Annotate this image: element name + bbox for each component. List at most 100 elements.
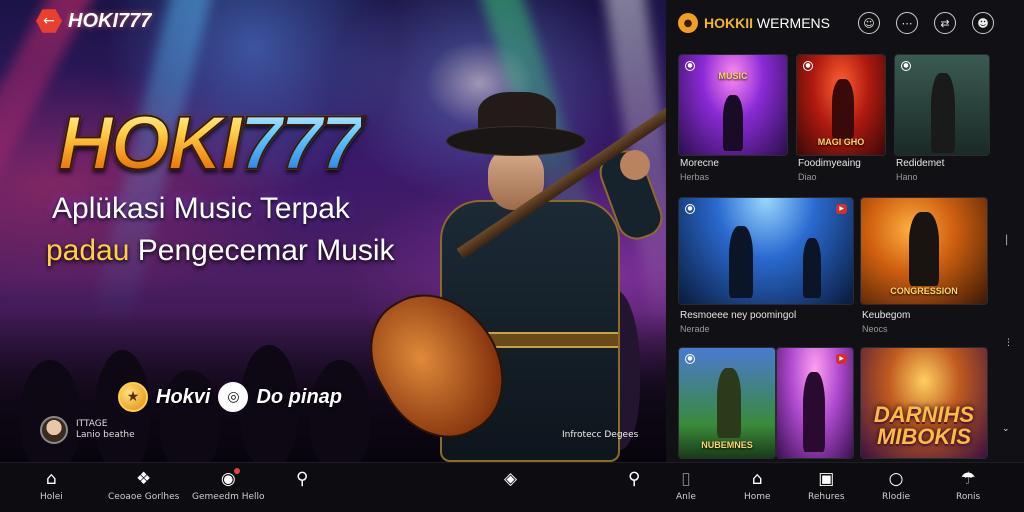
music-card[interactable]: ▶ <box>776 347 854 459</box>
panel-title: HOKKII WERMENS <box>704 15 830 31</box>
guitarist-hand <box>620 150 650 180</box>
hero-logo: HOKI777 <box>57 100 364 187</box>
disc-icon[interactable]: ◎ <box>218 382 249 412</box>
app-brand[interactable]: ← HOKI777 <box>36 8 151 34</box>
chat-icon: ◉ <box>221 468 240 489</box>
music-card[interactable]: ● NUBEMNES <box>678 347 776 459</box>
card-figure <box>803 372 825 452</box>
nav-item-rehures[interactable]: ▣ Rehures <box>808 469 845 502</box>
nav-item-search-right[interactable]: ⚲ <box>628 469 640 489</box>
nav-label: Ceoaoe Gorlhes <box>108 492 180 502</box>
card-subcaption: Hano <box>896 172 918 182</box>
tag-icon: ❖ <box>136 469 152 489</box>
badge-label-a[interactable]: Hokvi <box>156 386 210 409</box>
music-card[interactable]: CONGRESSION <box>860 197 988 305</box>
nav-item-rlodie[interactable]: ○ Rlodie <box>882 469 910 502</box>
nav-label: Rlodie <box>882 492 911 502</box>
nav-item-search[interactable]: ⚲ <box>296 469 308 489</box>
nav-label: Ronis <box>956 492 981 502</box>
profile-text: ITTAGE Lanio beathe <box>76 419 135 441</box>
nav-item-home[interactable]: ⌂ Holei <box>40 469 63 502</box>
subtagline-b: Pengecemar Musik <box>137 234 395 267</box>
music-card[interactable]: ● MUSIC <box>678 54 788 156</box>
card-badge-icon: ● <box>803 61 813 71</box>
artist-profile[interactable]: ITTAGE Lanio beathe <box>40 416 135 444</box>
card-subcaption: Neocs <box>862 324 888 334</box>
brand-name: HOKI777 <box>68 9 152 32</box>
home-icon: ⌂ <box>751 469 763 489</box>
guitarist-illustration <box>348 40 666 462</box>
nav-item-label[interactable]: ◈ <box>504 469 517 489</box>
nav-item-tags[interactable]: ❖ Ceoaoe Gorlhes <box>108 469 179 502</box>
card-badge-icon: ● <box>685 354 695 364</box>
card-title: CONGRESSION <box>890 286 958 296</box>
share-icon[interactable]: ⇄ <box>934 12 956 34</box>
avatar[interactable] <box>40 416 68 444</box>
card-subcaption: Diao <box>798 172 817 182</box>
nav-item-chat[interactable]: ◉ Gemeedm Hello <box>192 468 265 502</box>
card-figure <box>909 212 939 286</box>
profile-line1: ITTAGE <box>76 419 108 429</box>
panel-title-a: HOKKII <box>704 15 753 31</box>
header-icons: ☺ ⋯ ⇄ ☻ <box>858 12 994 34</box>
back-arrow-icon[interactable]: ← <box>36 9 62 33</box>
nav-label: Holei <box>40 492 63 502</box>
scroll-mid-icon[interactable]: ⋮ <box>1004 338 1013 348</box>
phone-icon: ▯ <box>681 469 691 489</box>
nav-label: Gemeedm Hello <box>192 492 265 502</box>
nav-label: Anle <box>676 492 696 502</box>
card-figure <box>723 95 743 151</box>
card-badge-tag: ▶ <box>836 354 847 364</box>
music-card[interactable]: ● MAGI GHO <box>796 54 886 156</box>
nav-label: Home <box>744 492 771 502</box>
panel-title-b: WERMENS <box>756 15 831 31</box>
nav-item-ronis[interactable]: ☂ Ronis <box>956 469 980 502</box>
subtagline-a: padau <box>46 234 130 267</box>
nav-item-anle[interactable]: ▯ Anle <box>676 469 696 502</box>
inbox-icon: ▣ <box>818 469 835 489</box>
search-icon: ⚲ <box>296 469 309 489</box>
logo-word: HOKI <box>57 100 243 187</box>
settings-dots-icon[interactable]: ⋯ <box>896 12 918 34</box>
crowd-silhouette <box>20 360 80 462</box>
nav-item-home-right[interactable]: ⌂ Home <box>744 469 771 502</box>
profile-icon[interactable]: ☻ <box>972 12 994 34</box>
card-badge-tag: ▶ <box>836 204 847 214</box>
content-panel: ● HOKKII WERMENS ☺ ⋯ ⇄ ☻ ● MUSIC ● MAGI … <box>666 0 1024 462</box>
logo-number: 777 <box>239 100 364 187</box>
badge-label-b[interactable]: Do pinap <box>256 386 342 409</box>
circle-icon: ○ <box>888 469 904 489</box>
hero-banner[interactable]: ← HOKI777 HOKI777 Aplükasi Music Terpak … <box>0 0 666 462</box>
notification-dot <box>233 468 240 474</box>
hero-note: Infrotecc Degees <box>562 430 639 440</box>
avatar-icon[interactable]: ☺ <box>858 12 880 34</box>
card-subcaption: Nerade <box>680 324 710 334</box>
music-card[interactable]: ● ▶ <box>678 197 854 305</box>
card-art <box>679 198 853 304</box>
panel-header: ● HOKKII WERMENS ☺ ⋯ ⇄ ☻ <box>666 0 1024 46</box>
nav-label: Rehures <box>808 492 845 502</box>
card-figure <box>717 368 741 438</box>
card-figure <box>931 73 955 153</box>
scroll-up-icon[interactable]: │ <box>1004 236 1009 246</box>
card-caption: Morecne <box>680 158 719 169</box>
card-caption: Resmoeee ney poomingol <box>680 310 797 321</box>
card-badge-icon: ● <box>685 204 695 214</box>
card-title: NUBEMNES <box>701 440 753 450</box>
music-card[interactable]: DARNIHS MIBOKIS <box>860 347 988 459</box>
shield-icon: ☂ <box>960 469 976 489</box>
card-title: MUSIC <box>718 71 748 81</box>
card-figure <box>803 238 821 298</box>
label-icon: ◈ <box>504 469 518 489</box>
card-badge-icon: ● <box>901 61 911 71</box>
card-subcaption: Herbas <box>680 172 710 182</box>
card-caption: Redidemet <box>896 158 945 169</box>
brand-logo-icon[interactable]: ● <box>678 13 698 33</box>
music-card[interactable]: ● <box>894 54 990 156</box>
hero-subtagline: padau Pengecemar Musik <box>46 234 395 268</box>
hero-actions: ★ Hokvi ◎ Do pinap <box>118 382 342 412</box>
hero-tagline: Aplükasi Music Terpak <box>52 192 350 225</box>
gold-medal-icon[interactable]: ★ <box>118 382 148 412</box>
card-caption: Keubegom <box>862 310 911 321</box>
chevron-down-icon[interactable]: ⌄ <box>1002 424 1010 434</box>
